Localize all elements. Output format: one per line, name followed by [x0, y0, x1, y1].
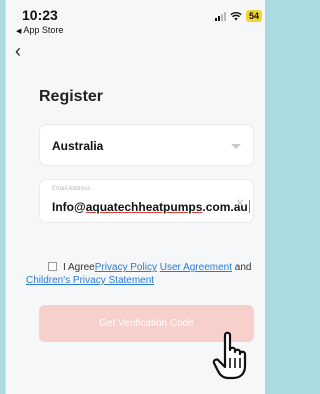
chevron-down-icon: [231, 144, 241, 149]
chevron-left-icon[interactable]: ‹: [15, 42, 21, 60]
privacy-policy-link[interactable]: Privacy Policy: [95, 262, 157, 273]
email-field[interactable]: Email Address Info@aquatechheatpumps.com…: [39, 179, 254, 223]
email-input-value[interactable]: Info@aquatechheatpumps.com.au: [52, 200, 250, 214]
agree-and: and: [232, 262, 252, 273]
back-triangle-icon: ◀: [16, 28, 22, 35]
page-title: Register: [39, 88, 104, 105]
back-app-label: App Store: [23, 25, 64, 35]
email-prefix: Info@: [52, 200, 86, 214]
clear-icon[interactable]: ✕: [235, 196, 245, 210]
status-icons: 54: [214, 10, 262, 22]
back-to-app-store[interactable]: ◀ App Store: [16, 25, 63, 35]
hand-pointer-icon: [212, 331, 247, 380]
agree-prefix: I Agree: [63, 262, 95, 273]
status-time: 10:23: [22, 7, 58, 23]
agreement-row: I AgreePrivacy Policy User Agreement and…: [26, 261, 263, 287]
email-spellcheck-word: aquatechheatpumps: [85, 200, 203, 214]
wifi-icon: [230, 12, 242, 21]
country-select[interactable]: Australia: [39, 124, 254, 166]
app-screen: 10:23 ◀ App Store 54 ‹ Register Australia…: [5, 0, 265, 394]
text-caret: [248, 200, 250, 213]
childrens-privacy-link[interactable]: Children's Privacy Statement: [26, 275, 154, 286]
agree-checkbox[interactable]: [48, 262, 57, 271]
country-value: Australia: [52, 139, 104, 153]
status-bar: 10:23 ◀ App Store 54: [6, 0, 266, 36]
signal-icon: [214, 11, 226, 21]
user-agreement-link[interactable]: User Agreement: [160, 262, 232, 273]
email-hint: Email Address: [52, 186, 91, 192]
battery-indicator: 54: [245, 10, 262, 22]
